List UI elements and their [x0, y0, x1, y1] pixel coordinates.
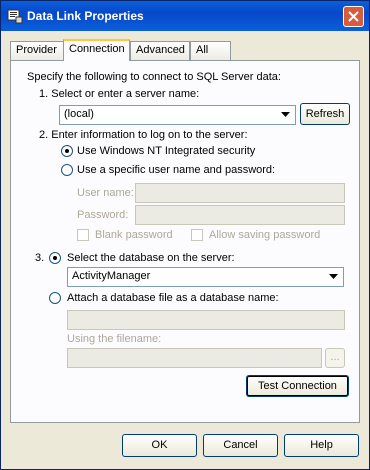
help-button[interactable]: Help: [284, 434, 359, 457]
tab-all[interactable]: All: [190, 41, 231, 60]
attach-database-label: Attach a database file as a database nam…: [67, 292, 279, 304]
specific-user-label: Use a specific user name and password:: [77, 164, 276, 176]
password-label: Password:: [77, 209, 129, 221]
password-field[interactable]: [135, 205, 345, 225]
tab-provider[interactable]: Provider: [10, 41, 64, 60]
ok-button[interactable]: OK: [122, 434, 197, 457]
database-combo[interactable]: ActivityManager: [67, 267, 344, 287]
window-title: Data Link Properties: [27, 9, 144, 23]
attach-database-name-field[interactable]: [67, 310, 345, 330]
intro-text: Specify the following to connect to SQL …: [27, 71, 281, 83]
step3-label: 3.: [35, 252, 45, 264]
server-name-combo[interactable]: (local): [59, 105, 296, 125]
chevron-down-icon: [281, 112, 290, 117]
nt-security-radio[interactable]: [61, 145, 73, 157]
step2-label: 2. Enter information to log on to the se…: [39, 129, 248, 141]
tab-connection[interactable]: Connection: [63, 39, 130, 61]
chevron-down-icon: [329, 274, 338, 279]
select-database-radio[interactable]: [49, 252, 61, 264]
tab-strip: Provider Connection Advanced All: [10, 39, 360, 61]
allow-saving-label: Allow saving password: [209, 229, 321, 241]
using-filename-label: Using the filename:: [67, 333, 162, 345]
filename-field[interactable]: [67, 348, 322, 368]
blank-password-checkbox[interactable]: [77, 229, 89, 241]
blank-password-label: Blank password: [95, 229, 173, 241]
cancel-button[interactable]: Cancel: [203, 434, 278, 457]
browse-button[interactable]: ...: [325, 348, 345, 368]
database-dropdown-button[interactable]: [326, 269, 342, 285]
title-bar[interactable]: Data Link Properties: [1, 1, 369, 31]
user-name-field[interactable]: [135, 183, 345, 203]
test-connection-button[interactable]: Test Connection: [246, 375, 349, 397]
server-dropdown-button[interactable]: [278, 107, 294, 123]
connection-panel: Specify the following to connect to SQL …: [10, 60, 360, 423]
data-link-icon: [7, 9, 23, 24]
user-name-label: User name:: [77, 187, 134, 199]
nt-security-label: Use Windows NT Integrated security: [77, 145, 256, 157]
refresh-button[interactable]: Refresh: [300, 103, 350, 125]
step1-label: 1. Select or enter a server name:: [39, 88, 200, 100]
close-icon: [348, 11, 359, 22]
close-button[interactable]: [343, 6, 364, 27]
attach-database-radio[interactable]: [49, 292, 61, 304]
database-value: ActivityManager: [72, 270, 151, 282]
allow-saving-checkbox[interactable]: [191, 229, 203, 241]
tab-advanced[interactable]: Advanced: [130, 41, 190, 60]
data-link-properties-dialog: Data Link Properties Provider Connection…: [0, 0, 370, 470]
server-name-value: (local): [64, 108, 94, 120]
select-database-label: Select the database on the server:: [67, 252, 235, 264]
specific-user-radio[interactable]: [61, 164, 73, 176]
